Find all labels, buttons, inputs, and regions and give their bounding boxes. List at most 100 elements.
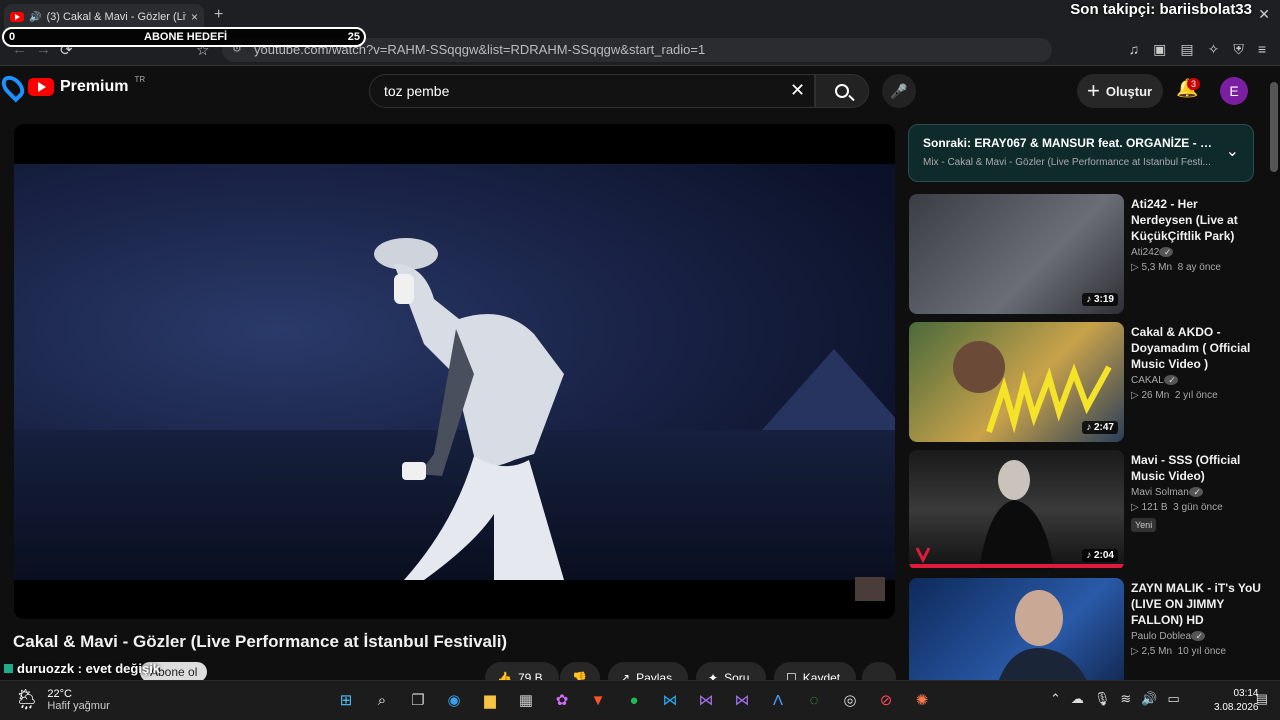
- last-follower-label: Son takipçi: bariisbolat33: [1070, 1, 1252, 18]
- menu-icon[interactable]: ≡: [1258, 41, 1266, 58]
- duration-badge: ♪ 2:47: [1082, 421, 1118, 434]
- new-tab-button[interactable]: +: [214, 6, 223, 24]
- spotify-icon[interactable]: ●: [622, 688, 646, 712]
- search-button[interactable]: [815, 74, 869, 108]
- view-count: ▷ 2,5 Mn: [1131, 646, 1173, 657]
- mix-title: Mix - Cakal & Mavi - Gözler (Live Perfor…: [923, 157, 1211, 168]
- taskbar-apps: ⊞ ⌕ ❐ ◉ ▆ ▦ ✿ ▼ ● ⋈ ⋈ ⋈ Λ ◌ ◎ ⊘ ✺: [334, 688, 934, 712]
- search-icon: [835, 84, 849, 98]
- page-scrollbar[interactable]: [1270, 82, 1278, 172]
- youtube-play-icon: [28, 78, 54, 96]
- notification-center-icon[interactable]: ▤: [1256, 691, 1268, 707]
- create-label: Oluştur: [1105, 83, 1153, 99]
- speaker-icon[interactable]: 🔊: [29, 12, 41, 23]
- voice-search-button[interactable]: 🎤: [882, 74, 916, 108]
- visual-studio-icon[interactable]: ⋈: [694, 688, 718, 712]
- chat-text: duruozzk : evet değişik: [17, 661, 161, 676]
- up-next-title: Sonraki: ERAY067 & MANSUR feat. ORGANİZE…: [923, 136, 1213, 150]
- recommendation-item[interactable]: ZAYN MALIK - iT's YoU (LIVE ON JIMMY FAL…: [909, 578, 1265, 680]
- video-thumbnail[interactable]: ♪ 3:19: [909, 194, 1124, 314]
- microphone-icon: 🎤: [890, 82, 908, 99]
- duration-badge: ♪ 2:04: [1082, 549, 1118, 562]
- task-view-icon[interactable]: ❐: [406, 688, 430, 712]
- up-next-panel[interactable]: Sonraki: ERAY067 & MANSUR feat. ORGANİZE…: [908, 124, 1254, 182]
- copilot-icon[interactable]: ✿: [550, 688, 574, 712]
- duration-badge: ♪ 3:19: [1082, 293, 1118, 306]
- window-close-icon[interactable]: ✕: [1258, 6, 1270, 23]
- youtube-header: Premium TR toz pembe ✕ 🎤 + Oluştur 🔔 3 E: [0, 66, 1268, 116]
- onedrive-icon[interactable]: ☁: [1071, 691, 1084, 707]
- account-avatar[interactable]: E: [1220, 77, 1248, 105]
- start-menu-icon[interactable]: ⊞: [334, 688, 358, 712]
- plus-icon: +: [1087, 78, 1100, 103]
- recommendation-item[interactable]: ♪ 2:04 Mavi - SSS (Official Music Video)…: [909, 450, 1265, 570]
- close-tab-icon[interactable]: ×: [191, 10, 198, 24]
- clock-date: 3.08.2026: [1214, 702, 1259, 713]
- clock-time: 03:14: [1233, 688, 1259, 699]
- app-a-icon[interactable]: Λ: [766, 688, 790, 712]
- volume-icon[interactable]: 🔊: [1141, 691, 1157, 707]
- recommendation-title[interactable]: Cakal & AKDO - Doyamadım ( Official Musi…: [1131, 324, 1261, 372]
- view-count: ▷ 26 Mn: [1131, 390, 1170, 401]
- tray-overflow-icon[interactable]: ⌃: [1050, 691, 1061, 707]
- channel-name[interactable]: CAKAL: [1131, 375, 1261, 386]
- recorder-icon[interactable]: ⊘: [874, 688, 898, 712]
- goal-label: ABONE HEDEFİ: [144, 31, 228, 43]
- stage-tent-shape: [754, 349, 895, 439]
- create-button[interactable]: + Oluştur: [1077, 74, 1163, 108]
- edge-icon[interactable]: ◉: [442, 688, 466, 712]
- channel-name[interactable]: Ati242: [1131, 247, 1261, 258]
- performer-figure: [374, 238, 564, 580]
- vpn-icon[interactable]: ⛨: [1233, 41, 1244, 58]
- recommendation-title[interactable]: Mavi - SSS (Official Music Video): [1131, 452, 1261, 484]
- chat-platform-icon: [4, 664, 13, 673]
- vscode-icon[interactable]: ⋈: [658, 688, 682, 712]
- weather-condition: Hafif yağmur: [47, 699, 110, 712]
- location-pin-icon: [0, 71, 29, 103]
- store-icon[interactable]: ▦: [514, 688, 538, 712]
- channel-name[interactable]: Mavi Solman: [1131, 487, 1261, 498]
- file-explorer-icon[interactable]: ▆: [478, 688, 502, 712]
- goal-max: 25: [347, 31, 360, 43]
- search-input[interactable]: toz pembe: [369, 74, 815, 108]
- claude-icon[interactable]: ✺: [910, 688, 934, 712]
- battery-icon[interactable]: ▭: [1168, 691, 1180, 707]
- video-meta: ▷ 5,3 Mn 8 ay önce: [1131, 262, 1261, 273]
- video-meta: ▷ 121 B 3 gün önce: [1131, 502, 1261, 513]
- visual-studio-2-icon[interactable]: ⋈: [730, 688, 754, 712]
- brave-icon[interactable]: ▼: [586, 688, 610, 712]
- obs-icon[interactable]: ◎: [838, 688, 862, 712]
- temperature: 22°C: [47, 687, 72, 700]
- video-thumbnail[interactable]: ♪ 2:04: [909, 450, 1124, 570]
- video-meta: ▷ 26 Mn 2 yıl önce: [1131, 390, 1261, 401]
- upload-age: 8 ay önce: [1177, 262, 1221, 273]
- clear-search-icon[interactable]: ✕: [790, 80, 805, 101]
- system-tray: ⌃ ☁ 🎙 ≋ 🔊 ▭: [1050, 691, 1180, 707]
- recommendation-item[interactable]: ♪ 3:19 Ati242 - Her Nerdeysen (Live at K…: [909, 194, 1265, 314]
- leo-ai-icon[interactable]: ✧: [1208, 41, 1220, 58]
- video-thumbnail[interactable]: ♪ 2:47: [909, 322, 1124, 442]
- tab-title: (3) Cakal & Mavi - Gözler (Live: [46, 11, 186, 23]
- channel-name[interactable]: Paulo Doblea: [1131, 631, 1261, 642]
- subscriber-goal-bar: 0 ABONE HEDEFİ 25: [2, 27, 366, 47]
- sidebar-icon[interactable]: ▣: [1153, 41, 1166, 58]
- loader-app-icon[interactable]: ◌: [802, 688, 826, 712]
- wallet-icon[interactable]: ▤: [1180, 41, 1193, 58]
- system-clock[interactable]: 03:14 3.08.2026: [1214, 687, 1259, 715]
- recommendation-title[interactable]: ZAYN MALIK - iT's YoU (LIVE ON JIMMY FAL…: [1131, 580, 1261, 628]
- chevron-down-icon[interactable]: ⌄: [1226, 141, 1239, 161]
- youtube-logo[interactable]: Premium TR: [0, 71, 145, 103]
- recommendation-item[interactable]: ♪ 2:47 Cakal & AKDO - Doyamadım ( Offici…: [909, 322, 1265, 442]
- browser-toolbar: ♫ ▣ ▤ ✧ ⛨ ≡: [1129, 41, 1266, 58]
- video-thumbnail[interactable]: [909, 578, 1124, 680]
- video-player[interactable]: [14, 124, 895, 619]
- view-count: ▷ 121 B: [1131, 502, 1168, 513]
- wifi-icon[interactable]: ≋: [1120, 691, 1131, 707]
- weather-widget[interactable]: 🌦 22°C Hafif yağmur: [14, 687, 110, 712]
- recommendation-title[interactable]: Ati242 - Her Nerdeysen (Live at KüçükÇif…: [1131, 196, 1261, 244]
- microphone-tray-icon[interactable]: 🎙: [1094, 691, 1111, 707]
- search-taskbar-icon[interactable]: ⌕: [370, 688, 394, 712]
- view-count: ▷ 5,3 Mn: [1131, 262, 1173, 273]
- stream-chat-message: duruozzk : evet değişik: [4, 661, 160, 676]
- media-icon[interactable]: ♫: [1129, 41, 1140, 58]
